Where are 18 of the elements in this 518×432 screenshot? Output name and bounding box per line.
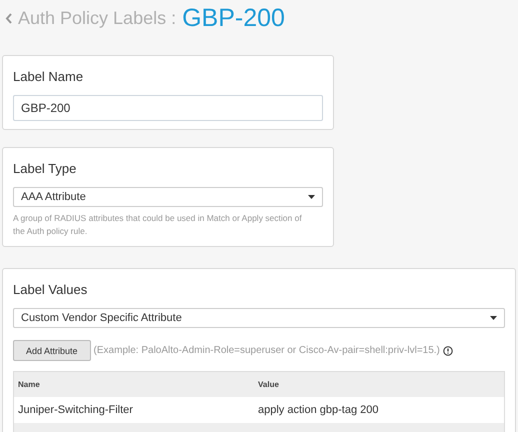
add-attribute-button[interactable]: Add Attribute (13, 340, 91, 361)
section-title: Label Type (13, 161, 78, 176)
dropdown-caret-icon (490, 316, 497, 320)
dropdown-caret-icon (308, 195, 315, 199)
info-icon[interactable] (442, 346, 453, 356)
help-text: A group of RADIUS attributes that could be used in Match or Apply section of the Auth policy rule. (13, 212, 303, 238)
back-chevron-icon[interactable] (5, 13, 12, 24)
section-title: Label Values (13, 282, 88, 297)
column-header: Name (18, 380, 41, 389)
page-title: GBP-200 (182, 4, 285, 33)
label-name-field[interactable]: GBP-200 (13, 95, 323, 121)
table-cell-text: Juniper-Switching-Filter (18, 404, 134, 416)
section-title: Label Name (13, 69, 84, 84)
label-type-dropdown[interactable]: AAA Attribute (13, 187, 323, 207)
attribute-type-dropdown[interactable]: Custom Vendor Specific Attribute (13, 308, 505, 328)
column-header: Value (258, 380, 280, 389)
table-cell-text: apply action gbp-tag 200 (258, 404, 380, 416)
example-text: (Example: PaloAlto-Admin-Role=superuser or Cisco-Av-pair=shell:priv-lvl=15.) (94, 345, 440, 356)
